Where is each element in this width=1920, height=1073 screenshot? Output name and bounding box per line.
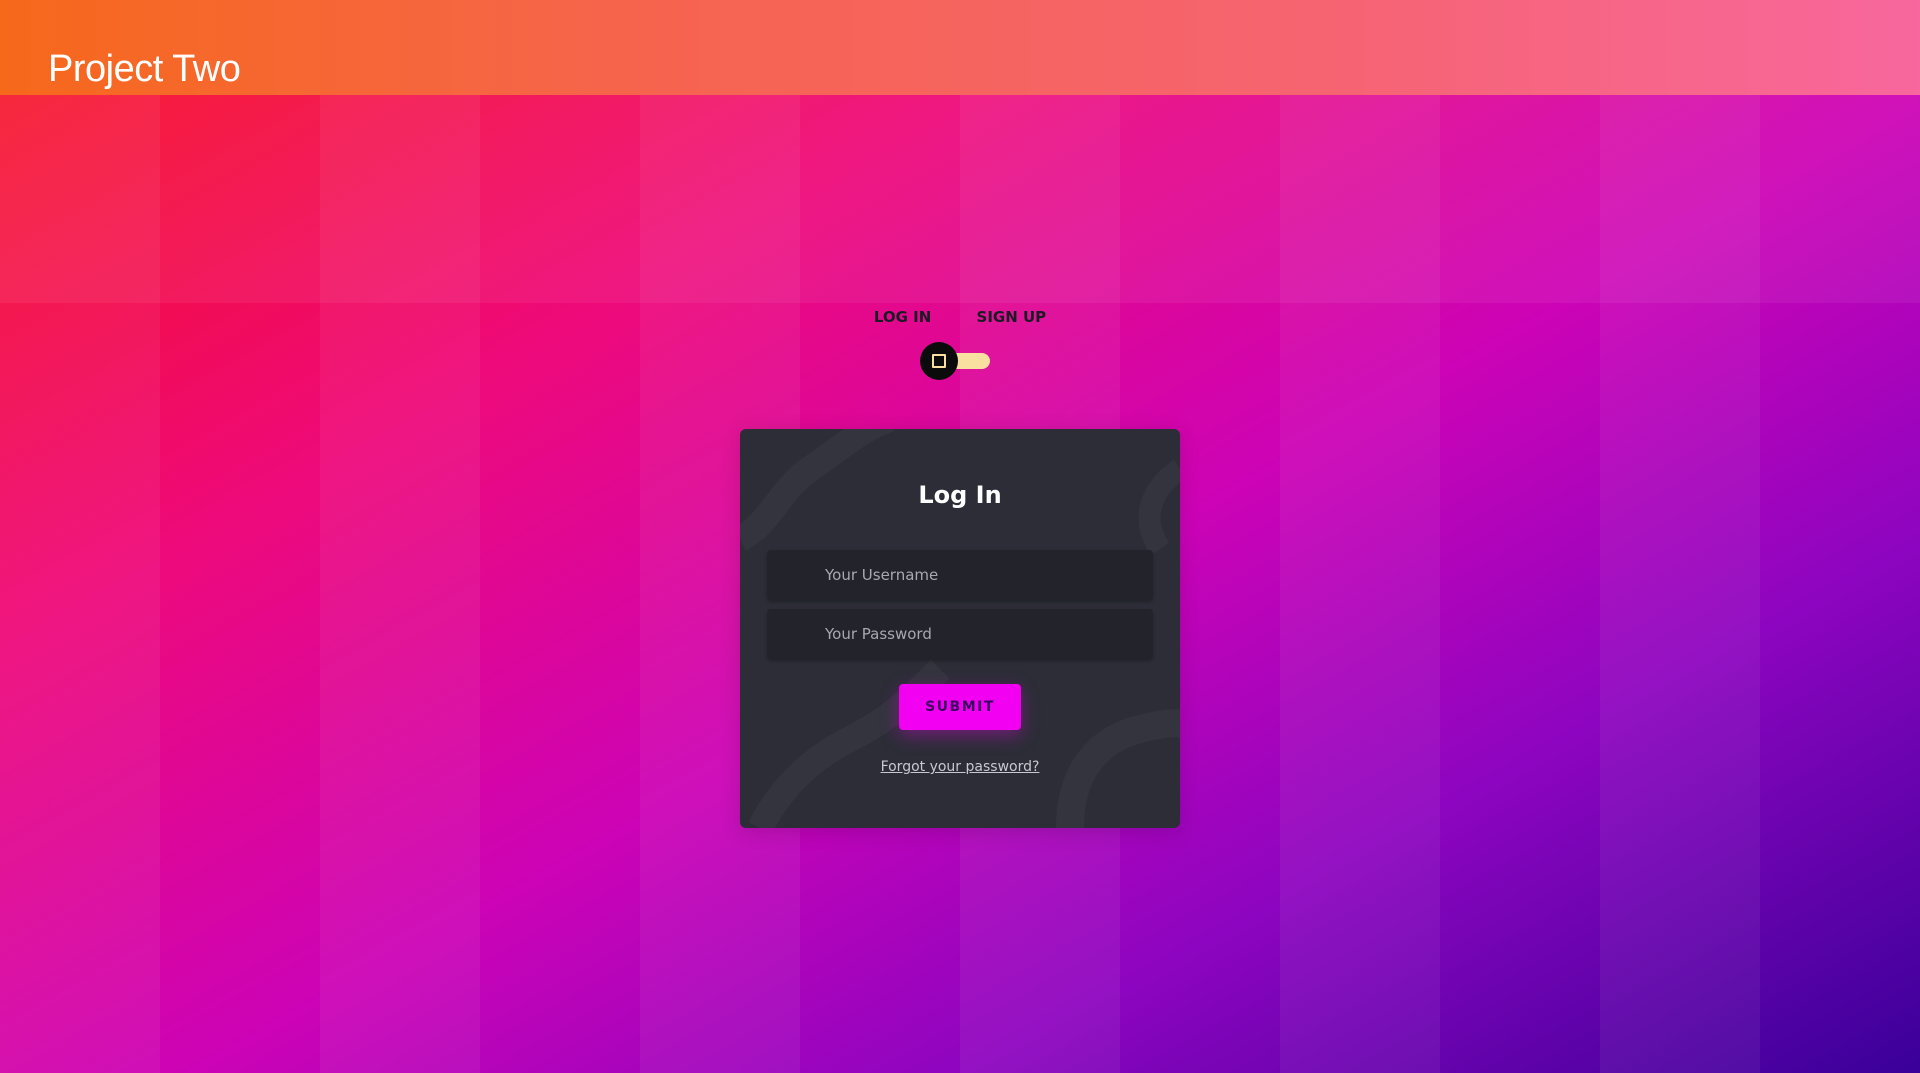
app-title: Project Two: [48, 48, 241, 90]
tab-signup[interactable]: SIGN UP: [977, 308, 1047, 326]
login-card-title: Log In: [918, 481, 1002, 509]
toggle-knob[interactable]: [920, 342, 958, 380]
tab-login[interactable]: LOG IN: [874, 308, 931, 326]
auth-mode-toggle[interactable]: [920, 342, 992, 380]
password-input[interactable]: [767, 609, 1153, 659]
login-card: Log In SUBMIT Forgot your password?: [740, 429, 1180, 828]
auth-tabs: LOG IN SIGN UP: [0, 308, 1920, 326]
forgot-password-link[interactable]: Forgot your password?: [740, 759, 1180, 775]
app-header: Project Two: [0, 0, 1920, 95]
username-input[interactable]: [767, 550, 1153, 600]
square-icon: [932, 354, 946, 368]
submit-button[interactable]: SUBMIT: [899, 684, 1021, 730]
